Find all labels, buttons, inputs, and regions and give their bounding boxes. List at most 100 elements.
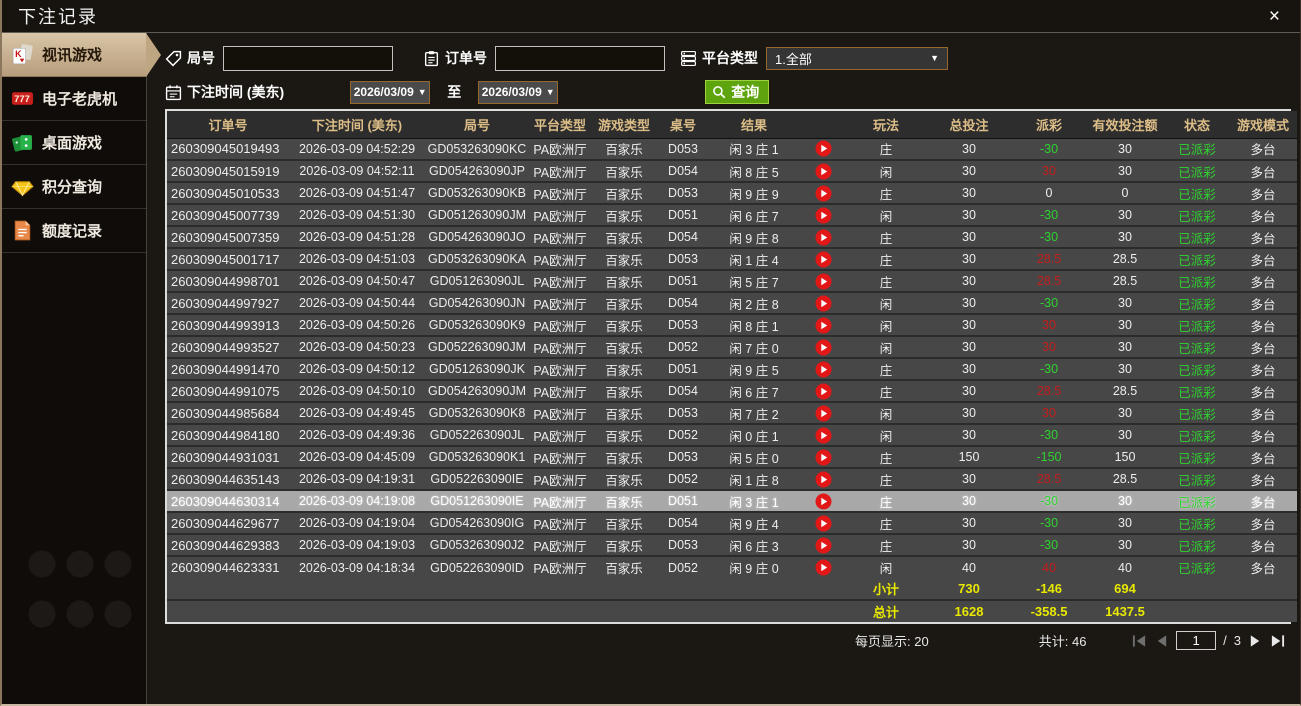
column-header: 状态 bbox=[1165, 111, 1229, 139]
subtotal-label: 小计 bbox=[847, 578, 925, 601]
table-row[interactable]: 260309044629383 2026-03-09 04:19:03 GD05… bbox=[167, 534, 1297, 557]
sidebar-item-label: 额度记录 bbox=[42, 223, 103, 240]
cell-table-no: D051 bbox=[657, 490, 709, 513]
play-replay-icon[interactable] bbox=[815, 471, 832, 488]
sidebar-item-points-query[interactable]: 积分查询 bbox=[2, 165, 146, 209]
cell-total-bet: 30 bbox=[925, 160, 1013, 183]
play-replay-icon[interactable] bbox=[815, 559, 832, 576]
sidebar-item-label: 桌面游戏 bbox=[42, 135, 103, 152]
cell-payout: -30 bbox=[1013, 204, 1085, 227]
play-replay-icon[interactable] bbox=[815, 207, 832, 224]
subtotal-payout: -146 bbox=[1013, 578, 1085, 601]
cell-payout: -30 bbox=[1013, 138, 1085, 161]
cell-round-no: GD052263090JL bbox=[425, 424, 529, 447]
filter-row-1: 局号 订单号 平台类型 1.全部 ▼ bbox=[165, 41, 1291, 75]
filter-row-2: 下注时间 (美东) 2026/03/09 ▼ 至 2026/03/09 ▼ 查询 bbox=[165, 75, 1291, 109]
cell-mode: 多台 bbox=[1229, 446, 1297, 469]
sidebar-item-table-games[interactable]: 桌面游戏 bbox=[2, 121, 146, 165]
cell-total-bet: 30 bbox=[925, 336, 1013, 359]
table-row[interactable]: 260309044997927 2026-03-09 04:50:44 GD05… bbox=[167, 292, 1297, 315]
betting-records-dialog: 下注记录 × K ♥ 视讯游戏 777 电子老虎机 桌面游戏 积分查询 额度记录… bbox=[0, 0, 1301, 706]
cell-game-type: 百家乐 bbox=[591, 292, 657, 315]
play-replay-icon[interactable] bbox=[815, 449, 832, 466]
play-replay-icon[interactable] bbox=[815, 317, 832, 334]
chevron-down-icon: ▼ bbox=[545, 87, 555, 97]
table-row[interactable]: 260309045001717 2026-03-09 04:51:03 GD05… bbox=[167, 248, 1297, 271]
first-page-icon[interactable] bbox=[1132, 634, 1147, 648]
cell-valid-bet: 30 bbox=[1085, 402, 1165, 425]
cell-table-no: D053 bbox=[657, 248, 709, 271]
search-button[interactable]: 查询 bbox=[705, 80, 770, 104]
cell-result: 闲 1 庄 8 bbox=[709, 468, 799, 491]
cell-valid-bet: 30 bbox=[1085, 292, 1165, 315]
table-row[interactable]: 260309045015919 2026-03-09 04:52:11 GD05… bbox=[167, 160, 1297, 183]
cell-valid-bet: 30 bbox=[1085, 226, 1165, 249]
cell-mode: 多台 bbox=[1229, 468, 1297, 491]
sidebar-item-slots[interactable]: 777 电子老虎机 bbox=[2, 77, 146, 121]
table-row[interactable]: 260309044629677 2026-03-09 04:19:04 GD05… bbox=[167, 512, 1297, 535]
date-to-picker[interactable]: 2026/03/09 ▼ bbox=[478, 80, 559, 104]
cell-status: 已派彩 bbox=[1165, 490, 1229, 513]
round-number-input[interactable] bbox=[223, 45, 393, 71]
table-row[interactable]: 260309044991075 2026-03-09 04:50:10 GD05… bbox=[167, 380, 1297, 403]
table-row[interactable]: 260309044635143 2026-03-09 04:19:31 GD05… bbox=[167, 468, 1297, 491]
close-icon[interactable]: × bbox=[1265, 5, 1284, 28]
cell-order-no: 260309044635143 bbox=[167, 468, 289, 491]
date-from-picker[interactable]: 2026/03/09 ▼ bbox=[350, 80, 431, 104]
order-number-label: 订单号 bbox=[445, 50, 487, 66]
table-row[interactable]: 260309044630314 2026-03-09 04:19:08 GD05… bbox=[167, 490, 1297, 513]
last-page-icon[interactable] bbox=[1270, 634, 1285, 648]
cell-table-no: D053 bbox=[657, 138, 709, 161]
play-replay-icon[interactable] bbox=[815, 537, 832, 554]
cell-mode: 多台 bbox=[1229, 314, 1297, 337]
cell-status: 已派彩 bbox=[1165, 248, 1229, 271]
total-count-text: 共计: 46 bbox=[1038, 634, 1087, 649]
cell-order-no: 260309044998701 bbox=[167, 270, 289, 293]
play-replay-icon[interactable] bbox=[815, 515, 832, 532]
date-to-value: 2026/03/09 bbox=[481, 85, 542, 99]
table-row[interactable]: 260309044998701 2026-03-09 04:50:47 GD05… bbox=[167, 270, 1297, 293]
play-replay-icon[interactable] bbox=[815, 273, 832, 290]
play-replay-icon[interactable] bbox=[815, 339, 832, 356]
cell-table-no: D053 bbox=[657, 402, 709, 425]
cell-replay bbox=[799, 512, 847, 535]
order-number-input[interactable] bbox=[495, 45, 665, 71]
cell-replay bbox=[799, 270, 847, 293]
cell-order-no: 260309044630314 bbox=[167, 490, 289, 513]
play-replay-icon[interactable] bbox=[815, 383, 832, 400]
table-row[interactable]: 260309045007359 2026-03-09 04:51:28 GD05… bbox=[167, 226, 1297, 249]
table-row[interactable]: 260309044985684 2026-03-09 04:49:45 GD05… bbox=[167, 402, 1297, 425]
play-replay-icon[interactable] bbox=[815, 295, 832, 312]
play-replay-icon[interactable] bbox=[815, 493, 832, 510]
play-replay-icon[interactable] bbox=[815, 229, 832, 246]
page-number-input[interactable] bbox=[1176, 631, 1217, 650]
next-page-icon[interactable] bbox=[1248, 634, 1263, 648]
cell-result: 闲 3 庄 1 bbox=[709, 138, 799, 161]
column-header: 结果 bbox=[709, 111, 799, 139]
sidebar-item-video-games[interactable]: K ♥ 视讯游戏 bbox=[2, 33, 161, 77]
table-row[interactable]: 260309045010533 2026-03-09 04:51:47 GD05… bbox=[167, 182, 1297, 205]
table-row[interactable]: 260309044931031 2026-03-09 04:45:09 GD05… bbox=[167, 446, 1297, 469]
play-replay-icon[interactable] bbox=[815, 251, 832, 268]
table-row[interactable]: 260309045007739 2026-03-09 04:51:30 GD05… bbox=[167, 204, 1297, 227]
play-replay-icon[interactable] bbox=[815, 163, 832, 180]
table-row[interactable]: 260309044984180 2026-03-09 04:49:36 GD05… bbox=[167, 424, 1297, 447]
platform-type-select[interactable]: 1.全部 ▼ bbox=[766, 46, 948, 70]
previous-page-icon[interactable] bbox=[1154, 634, 1169, 648]
cell-platform: PA欧洲厅 bbox=[529, 446, 591, 469]
play-replay-icon[interactable] bbox=[815, 185, 832, 202]
play-replay-icon[interactable] bbox=[815, 361, 832, 378]
play-replay-icon[interactable] bbox=[815, 140, 832, 157]
cell-total-bet: 30 bbox=[925, 314, 1013, 337]
table-row[interactable]: 260309044993913 2026-03-09 04:50:26 GD05… bbox=[167, 314, 1297, 337]
total-valid-bet: 1437.5 bbox=[1085, 600, 1165, 622]
table-row[interactable]: 260309045019493 2026-03-09 04:52:29 GD05… bbox=[167, 138, 1297, 161]
table-row[interactable]: 260309044623331 2026-03-09 04:18:34 GD05… bbox=[167, 556, 1297, 578]
table-row[interactable]: 260309044991470 2026-03-09 04:50:12 GD05… bbox=[167, 358, 1297, 381]
play-replay-icon[interactable] bbox=[815, 427, 832, 444]
cell-bet-time: 2026-03-09 04:19:03 bbox=[289, 534, 425, 557]
sidebar-item-quota-records[interactable]: 额度记录 bbox=[2, 209, 146, 253]
dominoes-icon bbox=[11, 131, 34, 154]
table-row[interactable]: 260309044993527 2026-03-09 04:50:23 GD05… bbox=[167, 336, 1297, 359]
play-replay-icon[interactable] bbox=[815, 405, 832, 422]
